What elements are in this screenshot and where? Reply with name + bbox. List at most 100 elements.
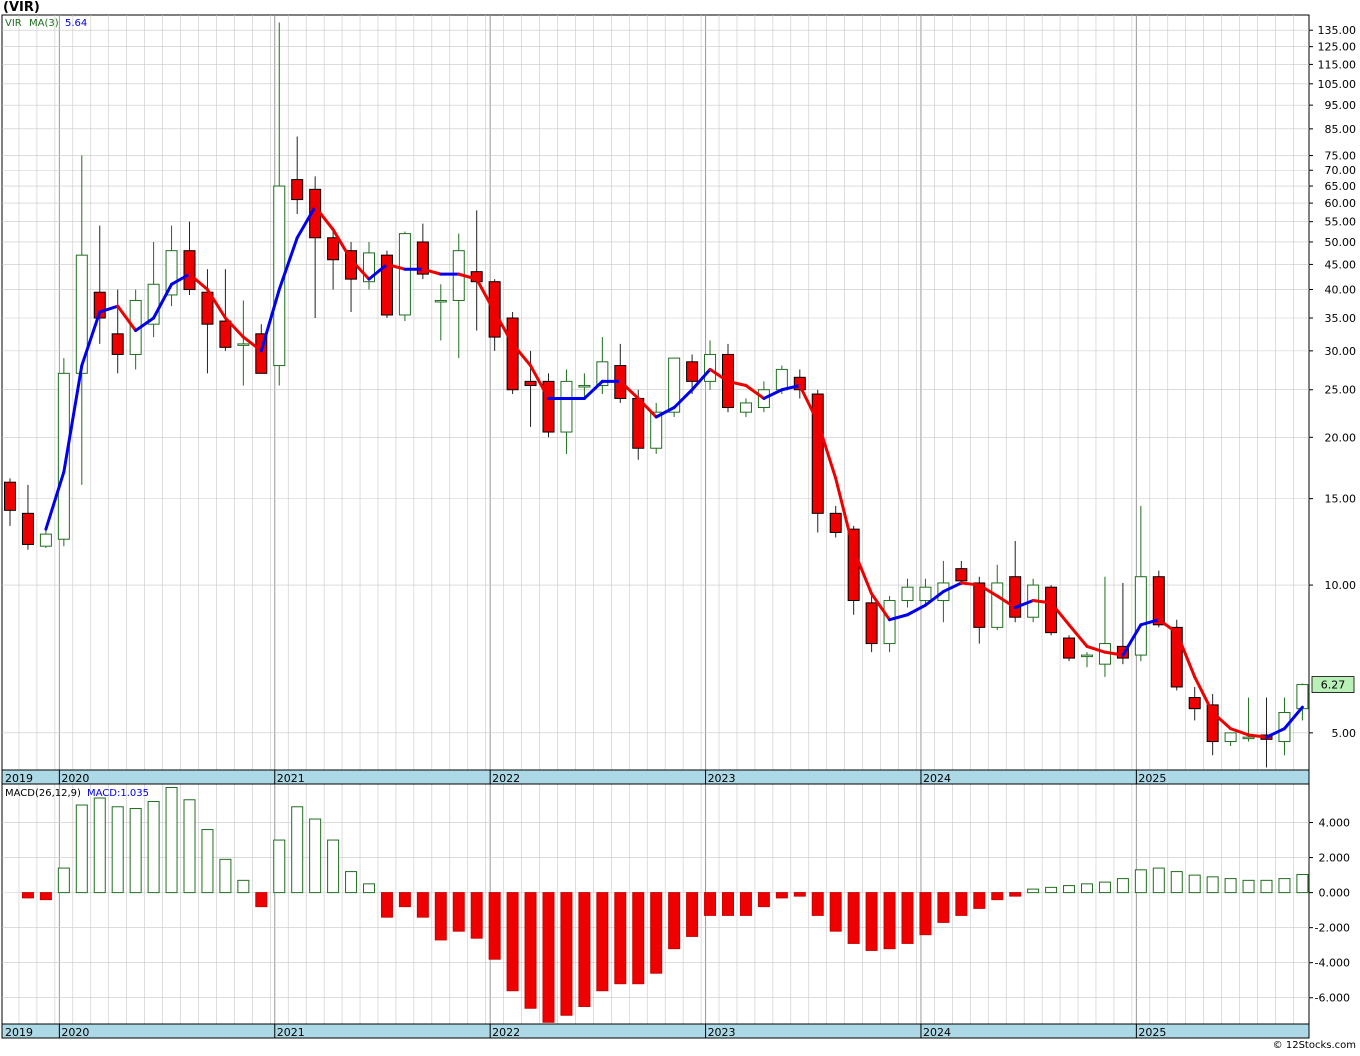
macd-bar xyxy=(165,787,178,894)
macd-x-tick-label: 2021 xyxy=(277,1026,305,1039)
macd-bar xyxy=(686,892,699,937)
price-y-tick-label: 70.00 xyxy=(1325,164,1357,177)
macd-bar xyxy=(955,892,968,916)
macd-y-tick-label: 4.000 xyxy=(1319,817,1351,830)
price-y-tick-label: 135.00 xyxy=(1318,24,1357,37)
price-x-tick-label: 2019 xyxy=(5,772,33,785)
macd-bar xyxy=(704,892,717,916)
macd-bar xyxy=(739,892,752,916)
stock-chart: 135.00 125.00 115.00 105.00 95.00 85.00 75.007… xyxy=(1,14,1357,1039)
candle-body xyxy=(865,602,878,645)
price-x-tick-label: 2024 xyxy=(923,772,951,785)
macd-bar xyxy=(1152,867,1165,894)
price-y-tick-label: 5.00 xyxy=(1332,727,1357,740)
candle-body xyxy=(21,512,34,545)
candle-body xyxy=(434,299,447,303)
price-y-tick-label: 75.00 xyxy=(1325,150,1357,163)
candle-body xyxy=(327,237,340,261)
macd-bar xyxy=(524,892,537,1009)
candle-body xyxy=(919,586,932,602)
candle-body xyxy=(901,586,914,602)
macd-bar xyxy=(488,892,501,960)
price-y-tick-label: 45.00 xyxy=(1325,258,1357,271)
candle-body xyxy=(578,385,591,388)
macd-bar xyxy=(829,892,842,932)
candle-body xyxy=(111,333,124,355)
macd-x-tick-label: 2024 xyxy=(923,1026,951,1039)
last-price-label: 6.27 xyxy=(1321,679,1346,692)
macd-bar xyxy=(865,892,878,951)
price-y-tick-label: 20.00 xyxy=(1325,431,1357,444)
candle-body xyxy=(632,397,645,449)
macd-bar xyxy=(1081,883,1093,894)
price-y-tick-label: 15.00 xyxy=(1325,493,1357,506)
candle-body xyxy=(829,512,842,533)
price-x-tick-label: 2020 xyxy=(61,772,89,785)
macd-bar xyxy=(255,892,268,908)
macd-bar xyxy=(775,892,788,899)
price-y-tick-label: 60.00 xyxy=(1325,197,1357,210)
candle-body xyxy=(883,600,896,645)
candle-body xyxy=(1152,576,1165,626)
macd-bar xyxy=(1027,888,1040,894)
candle-body xyxy=(524,380,537,387)
macd-bar xyxy=(363,883,375,894)
candle-body xyxy=(1063,637,1076,659)
candle-body xyxy=(1188,697,1201,710)
candle-body xyxy=(398,233,411,316)
macd-bar xyxy=(1296,873,1309,894)
candle-body xyxy=(775,368,788,391)
macd-bar xyxy=(1188,874,1201,894)
price-legend-ma-value: 5.64 xyxy=(65,18,87,29)
price-y-tick-label: 50.00 xyxy=(1325,236,1357,249)
macd-bar xyxy=(919,892,932,936)
candle-body xyxy=(39,533,52,547)
candle-body xyxy=(4,481,16,511)
macd-bar xyxy=(237,879,250,894)
macd-bar xyxy=(219,858,232,894)
macd-bar xyxy=(991,892,1004,901)
candle-body xyxy=(1242,736,1255,740)
candle-body xyxy=(704,353,717,382)
macd-bar xyxy=(93,797,106,894)
candle-body xyxy=(237,343,250,346)
macd-bar xyxy=(973,892,986,909)
macd-x-tick-label: 2023 xyxy=(708,1026,736,1039)
macd-bar xyxy=(1278,878,1291,894)
candle-body xyxy=(991,582,1004,628)
candle-body xyxy=(973,582,986,628)
price-y-tick-label: 40.00 xyxy=(1325,284,1357,297)
macd-bar xyxy=(937,892,950,923)
candle-body xyxy=(1045,586,1058,634)
macd-bar xyxy=(1063,885,1076,894)
price-y-tick-label: 25.00 xyxy=(1325,384,1357,397)
candle-body xyxy=(219,320,232,348)
macd-bar xyxy=(1260,879,1273,894)
macd-y-tick-label: 2.000 xyxy=(1319,852,1351,865)
macd-bar xyxy=(650,892,663,974)
macd-bar xyxy=(309,818,322,894)
price-y-tick-label: 115.00 xyxy=(1318,58,1357,71)
macd-bar xyxy=(757,892,770,908)
macd-bar xyxy=(345,871,358,894)
macd-bar xyxy=(75,804,88,894)
candle-body xyxy=(1296,684,1309,710)
price-x-tick-label: 2023 xyxy=(708,772,736,785)
macd-bar xyxy=(1134,869,1147,894)
macd-bar xyxy=(1045,886,1058,894)
price-x-tick-label: 2021 xyxy=(277,772,305,785)
macd-bar xyxy=(560,892,573,1016)
macd-x-axis-band xyxy=(1,1023,1310,1039)
macd-y-tick-label: -6.000 xyxy=(1315,992,1350,1005)
macd-bar xyxy=(542,892,555,1023)
price-legend-ma-label: MA(3) xyxy=(29,18,59,29)
price-y-tick-label: 65.00 xyxy=(1325,180,1357,193)
macd-bar xyxy=(578,892,591,1007)
price-y-tick-label: 85.00 xyxy=(1325,123,1357,136)
macd-y-tick-label: 0.000 xyxy=(1319,887,1351,900)
macd-bar xyxy=(111,806,124,894)
macd-bar xyxy=(452,892,465,932)
macd-bar xyxy=(1116,878,1129,894)
price-y-tick-label: 105.00 xyxy=(1318,78,1357,91)
macd-bar xyxy=(901,892,914,944)
